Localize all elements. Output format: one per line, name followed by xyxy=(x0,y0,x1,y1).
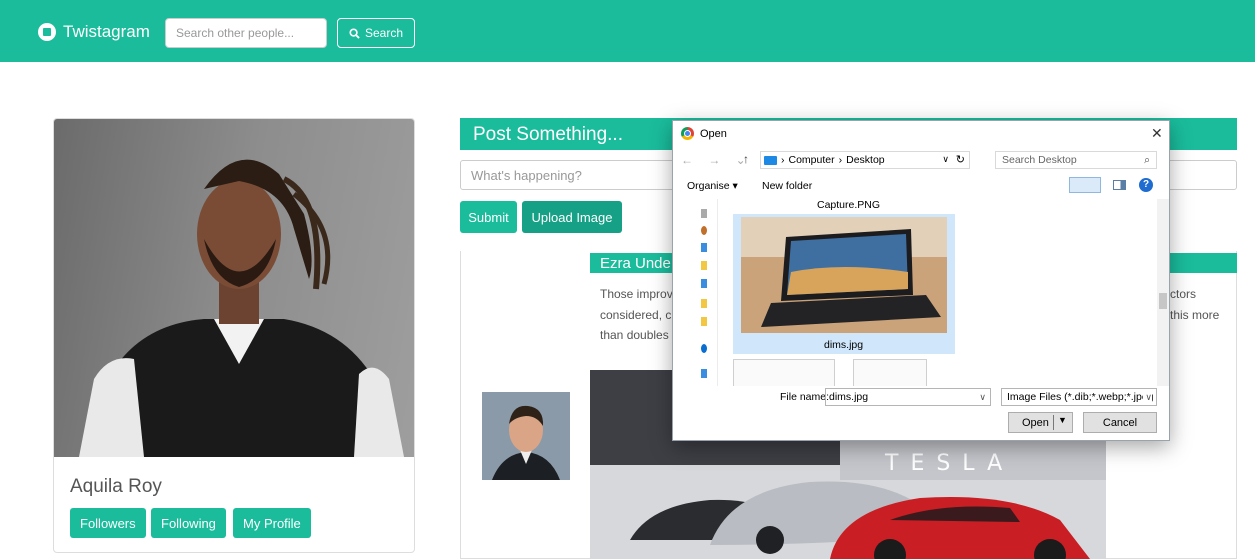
view-options-button[interactable] xyxy=(1069,177,1101,193)
back-forward-icon[interactable]: ← → ⌄ xyxy=(681,153,752,167)
scroll-up-icon[interactable] xyxy=(701,209,707,218)
post-text-line: this more xyxy=(1170,307,1220,322)
file-thumbnail[interactable] xyxy=(741,217,947,333)
help-icon[interactable]: ? xyxy=(1139,178,1153,192)
dropdown-arrow-icon[interactable]: ▼ xyxy=(1058,415,1067,425)
search-button-label: Search xyxy=(364,26,404,40)
dialog-title: Open xyxy=(700,128,727,140)
chrome-icon xyxy=(681,127,694,140)
computer-icon[interactable] xyxy=(701,369,707,378)
file-thumbnail[interactable] xyxy=(733,359,835,386)
chevron-down-icon[interactable]: ∨ xyxy=(942,154,949,165)
folder-icon[interactable] xyxy=(701,317,707,326)
upload-image-button[interactable]: Upload Image xyxy=(522,201,622,233)
onedrive-icon[interactable] xyxy=(701,344,707,353)
address-bar[interactable]: › Computer › Desktop ∨ ↻ xyxy=(760,151,970,169)
dialog-nav-row: ← → ⌄ ↑ › Computer › Desktop ∨ ↻ Search … xyxy=(673,147,1169,173)
vertical-scrollbar[interactable] xyxy=(1157,199,1169,386)
cancel-button[interactable]: Cancel xyxy=(1083,412,1157,433)
profile-photo xyxy=(54,119,414,457)
tesla-wordmark: TESLA xyxy=(884,451,1014,476)
open-file-dialog: Open ✕ ← → ⌄ ↑ › Computer › Desktop ∨ ↻ … xyxy=(672,120,1170,441)
submit-button[interactable]: Submit xyxy=(460,201,517,233)
split-divider xyxy=(1053,415,1054,430)
folder-icon[interactable] xyxy=(701,299,707,308)
close-icon[interactable]: ✕ xyxy=(1151,125,1163,142)
open-button-label: Open xyxy=(1022,416,1049,429)
file-name-label[interactable]: dims.jpg xyxy=(824,339,863,351)
followers-button[interactable]: Followers xyxy=(70,508,146,538)
brand-name: Twistagram xyxy=(63,22,150,41)
search-button[interactable]: Search xyxy=(337,18,415,48)
file-name-input[interactable]: dims.jpg ∨ xyxy=(825,388,991,406)
breadcrumb-computer[interactable]: Computer xyxy=(789,154,835,166)
file-name-value: dims.jpg xyxy=(829,391,869,403)
search-icon: ⌕ xyxy=(1144,154,1150,166)
breadcrumb-separator: › xyxy=(781,154,785,166)
dialog-titlebar[interactable]: Open ✕ xyxy=(673,121,1169,147)
file-list-pane: Capture.PNG dims.jpg xyxy=(721,199,1157,386)
instagram-logo-icon xyxy=(38,23,56,41)
file-type-select[interactable]: Image Files (*.dib;*.webp;*.jpeg ∨ xyxy=(1001,388,1157,406)
profile-name: Aquila Roy xyxy=(70,476,162,497)
following-button[interactable]: Following xyxy=(151,508,226,538)
search-people-input[interactable] xyxy=(165,18,327,48)
scrollbar-thumb[interactable] xyxy=(1159,293,1167,309)
profile-card: Aquila Roy Followers Following My Profil… xyxy=(53,118,415,553)
author-avatar[interactable] xyxy=(482,392,570,480)
folder-icon[interactable] xyxy=(701,279,707,288)
dialog-toolbar: Organise ▾ New folder ? xyxy=(673,175,1169,197)
new-folder-button[interactable]: New folder xyxy=(762,180,812,192)
brand[interactable]: Twistagram xyxy=(38,22,150,42)
file-name-field-label: File name: xyxy=(780,391,830,403)
post-text-right: ctors this more xyxy=(1170,284,1240,325)
folder-icon[interactable] xyxy=(701,261,707,270)
navigation-pane[interactable] xyxy=(695,199,718,386)
open-button[interactable]: Open ▼ xyxy=(1008,412,1073,433)
computer-icon xyxy=(764,155,777,165)
file-thumbnail[interactable] xyxy=(853,359,927,386)
search-icon xyxy=(349,27,360,39)
post-text-line: ctors xyxy=(1170,287,1197,301)
preview-pane-icon[interactable] xyxy=(1113,180,1126,190)
organise-menu[interactable]: Organise ▾ xyxy=(687,180,738,192)
file-type-value: Image Files (*.dib;*.webp;*.jpeg xyxy=(1007,391,1154,403)
top-navbar: Twistagram Search xyxy=(0,0,1255,62)
chevron-down-icon[interactable]: ∨ xyxy=(979,389,986,405)
organise-label: Organise xyxy=(687,180,730,192)
file-name-label[interactable]: Capture.PNG xyxy=(817,199,880,211)
folder-icon[interactable] xyxy=(701,243,707,252)
breadcrumb-separator: › xyxy=(838,154,843,166)
my-profile-button[interactable]: My Profile xyxy=(233,508,311,538)
folder-icon[interactable] xyxy=(701,226,707,235)
refresh-icon[interactable]: ↻ xyxy=(956,153,965,166)
up-arrow-icon[interactable]: ↑ xyxy=(743,152,749,166)
breadcrumb-desktop[interactable]: Desktop xyxy=(846,154,885,166)
dialog-search-input[interactable]: Search Desktop ⌕ xyxy=(995,151,1157,169)
chevron-down-icon[interactable]: ∨ xyxy=(1143,389,1152,405)
dialog-search-placeholder: Search Desktop xyxy=(1002,154,1077,166)
